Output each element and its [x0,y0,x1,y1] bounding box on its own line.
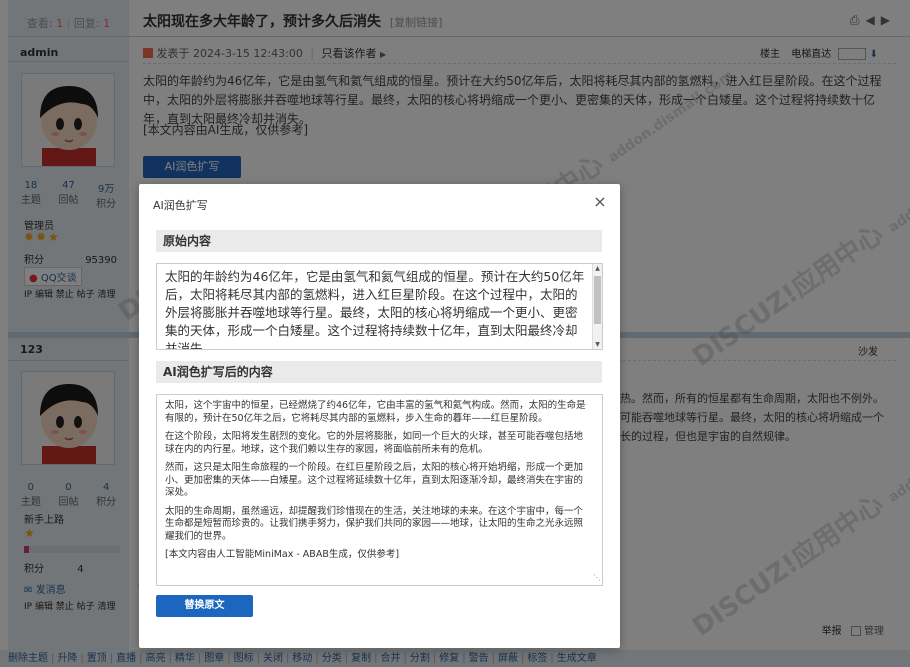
ai-expand-dialog: AI润色扩写 × 原始内容 太阳的年龄约为46亿年，它是由氢气和氦气组成的恒星。… [139,184,620,648]
ai-content-textarea[interactable]: 太阳，这个宇宙中的恒星，已经燃烧了约46亿年，它由丰富的氢气和氦气构成。然而，太… [156,394,603,586]
scroll-up-icon[interactable]: ▲ [593,264,602,273]
scrollbar[interactable]: ▲ ▼ [592,264,602,349]
ai-paragraph: 在这个阶段，太阳将发生剧烈的变化。它的外层将膨胀，如同一个巨大的火球，甚至可能吞… [165,431,584,455]
dialog-title: AI润色扩写 [153,199,208,212]
scroll-down-icon[interactable]: ▼ [593,340,602,349]
original-content-textarea[interactable]: 太阳的年龄约为46亿年，它是由氢气和氦气组成的恒星。预计在大约50亿年后，太阳将… [156,263,603,350]
replace-original-button[interactable]: 替换原文 [156,595,253,617]
ai-paragraph: 然而，这只是太阳生命旅程的一个阶段。在红巨星阶段之后，太阳的核心将开始坍缩，形成… [165,462,584,498]
ai-paragraph: 太阳，这个宇宙中的恒星，已经燃烧了约46亿年，它由丰富的氢气和氦气构成。然而，太… [165,400,586,424]
close-icon[interactable]: × [591,193,609,211]
resize-handle-icon[interactable]: ⋱ [593,572,601,585]
scrollbar-thumb[interactable] [594,276,601,324]
original-content-text: 太阳的年龄约为46亿年，它是由氢气和氦气组成的恒星。预计在大约50亿年后，太阳将… [165,269,585,350]
ai-paragraph: 太阳的生命周期，虽然遥远，却提醒我们珍惜现在的生活，关注地球的未来。在这个宇宙中… [165,505,584,542]
original-content-heading: 原始内容 [156,230,602,252]
ai-content-heading: AI润色扩写后的内容 [156,361,602,383]
ai-paragraph: [本文内容由人工智能MiniMax - ABAB生成，仅供参考] [165,549,400,560]
